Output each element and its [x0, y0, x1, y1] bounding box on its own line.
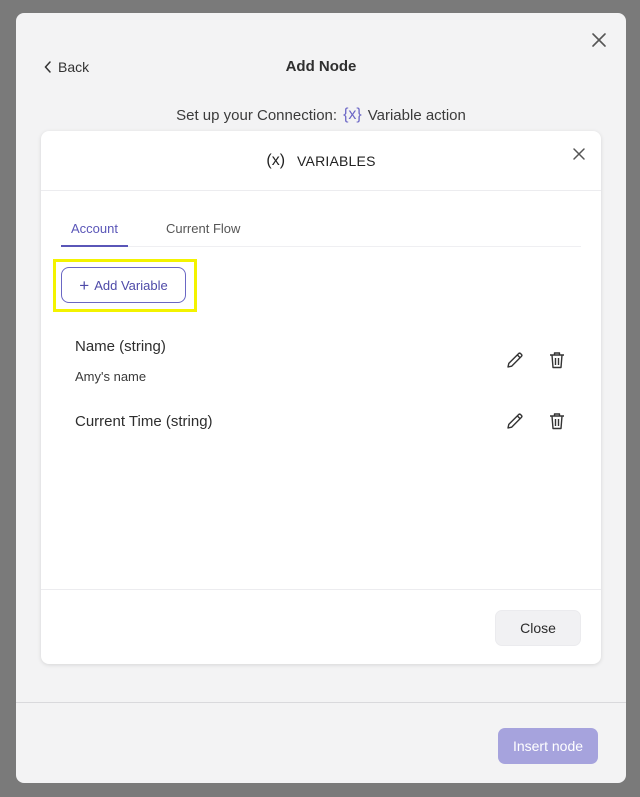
- tab-current-flow[interactable]: Current Flow: [156, 217, 250, 247]
- variable-row: Current Time (string): [75, 413, 567, 443]
- connection-action: Variable action: [367, 106, 466, 124]
- trash-icon[interactable]: [547, 411, 567, 431]
- variables-dialog: (x) VARIABLES Account Current Flow + Add…: [41, 131, 601, 664]
- variable-icon: {x}: [343, 106, 362, 123]
- pencil-icon[interactable]: [505, 350, 525, 370]
- close-icon[interactable]: [571, 146, 587, 162]
- variable-name: Name (string): [75, 338, 166, 355]
- dialog-footer-divider: [41, 589, 601, 590]
- insert-node-button[interactable]: Insert node: [498, 728, 598, 764]
- pencil-icon[interactable]: [505, 411, 525, 431]
- close-icon[interactable]: [590, 31, 608, 49]
- variable-actions: [505, 350, 567, 370]
- plus-icon: +: [79, 275, 90, 295]
- footer-divider: [16, 702, 626, 703]
- variable-name: Current Time (string): [75, 413, 213, 430]
- dialog-header: (x) VARIABLES: [41, 131, 601, 191]
- variable-row: Name (string) Amy's name: [75, 338, 567, 398]
- add-variable-button[interactable]: + Add Variable: [61, 267, 186, 303]
- variable-value: Amy's name: [75, 369, 147, 384]
- variable-actions: [505, 411, 567, 431]
- dialog-title: VARIABLES: [297, 152, 376, 169]
- tab-account[interactable]: Account: [61, 217, 128, 247]
- close-button[interactable]: Close: [495, 610, 581, 646]
- connection-subtitle: Set up your Connection: {x} Variable act…: [16, 106, 626, 124]
- page-title: Add Node: [285, 58, 357, 75]
- connection-prefix: Set up your Connection:: [176, 106, 338, 124]
- tab-bar: Account Current Flow: [61, 217, 581, 247]
- add-variable-label: Add Variable: [94, 277, 168, 293]
- variable-icon: (x): [266, 151, 286, 169]
- trash-icon[interactable]: [547, 350, 567, 370]
